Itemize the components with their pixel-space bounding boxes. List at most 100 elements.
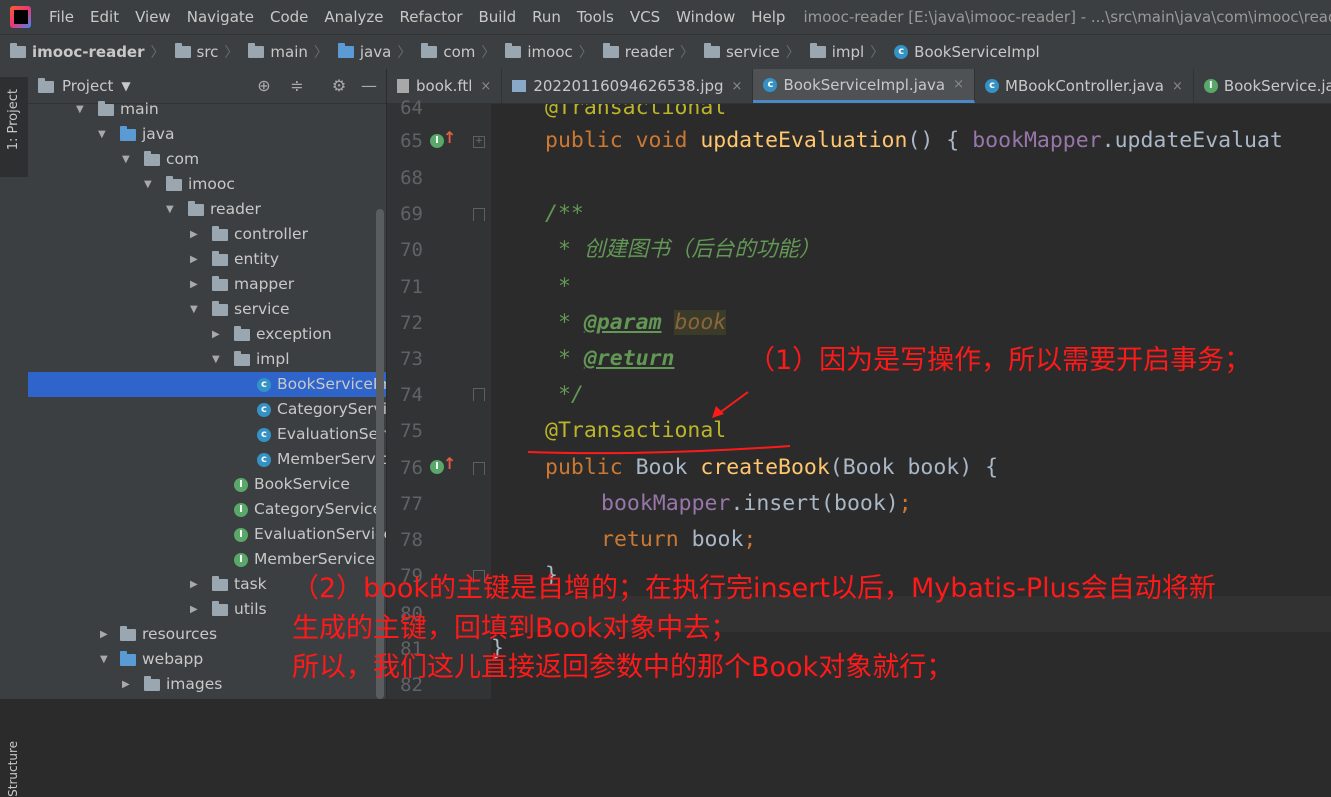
package-icon	[421, 43, 438, 58]
close-icon[interactable]: ×	[480, 79, 491, 94]
expand-arrow-icon[interactable]: ▼	[190, 297, 198, 322]
expand-arrow-icon[interactable]: ▼	[166, 197, 174, 222]
expand-arrow-icon[interactable]: ▼	[76, 97, 84, 122]
close-icon[interactable]: ×	[953, 77, 964, 92]
menu-refactor[interactable]: Refactor	[392, 8, 471, 26]
tree-item[interactable]: ▼ reader	[28, 197, 386, 222]
expand-arrow-icon[interactable]: ▶	[190, 597, 198, 622]
breadcrumb-item[interactable]: java 〉	[328, 42, 411, 62]
structure-tab-label[interactable]: Structure	[6, 741, 20, 797]
expand-arrow-icon[interactable]: ▶	[190, 247, 198, 272]
line-number: 65	[400, 130, 423, 152]
implements-icon[interactable]: I	[430, 460, 444, 474]
menu-view[interactable]: View	[127, 8, 179, 26]
close-icon[interactable]: ×	[1172, 79, 1183, 94]
breadcrumb-item[interactable]: impl 〉	[800, 42, 884, 62]
chevron-down-icon[interactable]: ▼	[121, 79, 130, 93]
expand-arrow-icon[interactable]: ▶	[190, 572, 198, 597]
expand-arrow-icon[interactable]: ▼	[122, 147, 130, 172]
menu-build[interactable]: Build	[470, 8, 524, 26]
tree-item[interactable]: ▶ controller	[28, 222, 386, 247]
editor-tab-active[interactable]: c BookServiceImpl.java ×	[753, 69, 976, 103]
annotation-note-2-line-2: 生成的主键，回填到Book对象中去；	[292, 613, 738, 644]
package-icon	[212, 250, 228, 266]
class-icon: c	[257, 427, 271, 442]
menu-analyze[interactable]: Analyze	[316, 8, 391, 26]
tree-item[interactable]: ▼ service	[28, 297, 386, 322]
tree-item[interactable]: cEvaluationServiceImpl	[28, 422, 386, 447]
menu-navigate[interactable]: Navigate	[179, 8, 262, 26]
package-icon	[212, 600, 228, 616]
fold-icon[interactable]	[473, 208, 485, 221]
tree-item[interactable]: I BookService	[28, 472, 386, 497]
hide-icon[interactable]: —	[360, 77, 378, 95]
tree-item[interactable]: ▼ main	[28, 97, 386, 122]
expand-arrow-icon[interactable]: ▼	[144, 172, 152, 197]
tree-item[interactable]: I CategoryService	[28, 497, 386, 522]
code-line: public Book createBook(Book book) {	[545, 455, 999, 480]
menu-edit[interactable]: Edit	[82, 8, 127, 26]
annotation-note-2-line-1: （2）book的主键是自增的；在执行完insert以后，Mybatis-Plus…	[292, 573, 1216, 604]
menu-file[interactable]: File	[41, 8, 82, 26]
breadcrumb-item[interactable]: reader 〉	[593, 42, 694, 62]
tree-item[interactable]: I EvaluationService	[28, 522, 386, 547]
menu-window[interactable]: Window	[668, 8, 743, 26]
breadcrumb-item[interactable]: com 〉	[411, 42, 495, 62]
expand-arrow-icon[interactable]: ▼	[98, 122, 106, 147]
folder-icon	[120, 125, 136, 141]
project-tool-tab[interactable]: 1: Project	[0, 77, 28, 177]
expand-arrow-icon[interactable]: ▶	[100, 622, 108, 647]
tree-item[interactable]: ▼ impl	[28, 347, 386, 372]
tree-item[interactable]: ▼ imooc	[28, 172, 386, 197]
tree-item[interactable]: ▼ com	[28, 147, 386, 172]
editor-tab[interactable]: IBookService.java	[1194, 69, 1331, 103]
expand-arrow-icon[interactable]: ▶	[190, 272, 198, 297]
menu-vcs[interactable]: VCS	[622, 8, 668, 26]
tree-item[interactable]: ▶ mapper	[28, 272, 386, 297]
expand-arrow-icon[interactable]: ▶	[122, 672, 130, 697]
fold-icon[interactable]	[473, 388, 485, 401]
editor-tab[interactable]: c MBookController.java ×	[975, 69, 1194, 103]
annotation-note-2-line-3: 所以，我们这儿直接返回参数中的那个Book对象就行；	[292, 652, 954, 683]
folder-icon	[120, 625, 136, 641]
tree-item[interactable]: cCategoryServiceImpl	[28, 397, 386, 422]
fold-icon[interactable]	[473, 462, 485, 475]
up-arrow-icon[interactable]: ↑	[443, 454, 456, 473]
menu-tools[interactable]: Tools	[569, 8, 622, 26]
tree-item-selected[interactable]: cBookServiceImpl	[28, 372, 386, 397]
collapse-all-icon[interactable]: ≑	[288, 77, 306, 95]
breadcrumb-item[interactable]: service 〉	[694, 42, 800, 62]
menu-help[interactable]: Help	[743, 8, 793, 26]
implements-icon[interactable]: I	[430, 134, 444, 148]
expand-arrow-icon[interactable]: ▶	[190, 222, 198, 247]
breadcrumb-item[interactable]: c BookServiceImpl	[884, 43, 1040, 61]
code-line: */	[545, 382, 584, 407]
expand-arrow-icon[interactable]: ▶	[212, 322, 220, 347]
breadcrumb-item[interactable]: imooc 〉	[495, 42, 593, 62]
editor-tab[interactable]: 20220116094626538.jpg ×	[502, 69, 754, 103]
package-icon	[212, 275, 228, 291]
project-panel-title[interactable]: Project	[62, 77, 113, 95]
tree-item[interactable]: ▶ exception	[28, 322, 386, 347]
package-icon	[505, 43, 522, 58]
breadcrumb-item[interactable]: src 〉	[165, 42, 238, 62]
expand-arrow-icon[interactable]: ▼	[100, 647, 108, 672]
package-icon	[602, 43, 619, 58]
line-number: 71	[400, 276, 423, 298]
package-icon	[188, 200, 204, 216]
close-icon[interactable]: ×	[732, 79, 743, 94]
class-icon: c	[257, 452, 271, 467]
tree-item[interactable]: cMemberServiceImpl	[28, 447, 386, 472]
up-arrow-icon[interactable]: ↑	[443, 128, 456, 147]
menu-run[interactable]: Run	[524, 8, 569, 26]
menu-code[interactable]: Code	[262, 8, 316, 26]
gear-icon[interactable]: ⚙	[330, 77, 348, 95]
expand-arrow-icon[interactable]: ▼	[212, 347, 220, 372]
breadcrumb-item[interactable]: imooc-reader 〉	[0, 42, 165, 62]
tree-item[interactable]: ▶ entity	[28, 247, 386, 272]
tree-item[interactable]: ▼ java	[28, 122, 386, 147]
fold-icon[interactable]: +	[473, 136, 485, 148]
breadcrumb-item[interactable]: main 〉	[238, 42, 328, 62]
left-tool-strip: 1: Project Structure	[0, 69, 29, 797]
locate-icon[interactable]: ⊕	[255, 77, 273, 95]
